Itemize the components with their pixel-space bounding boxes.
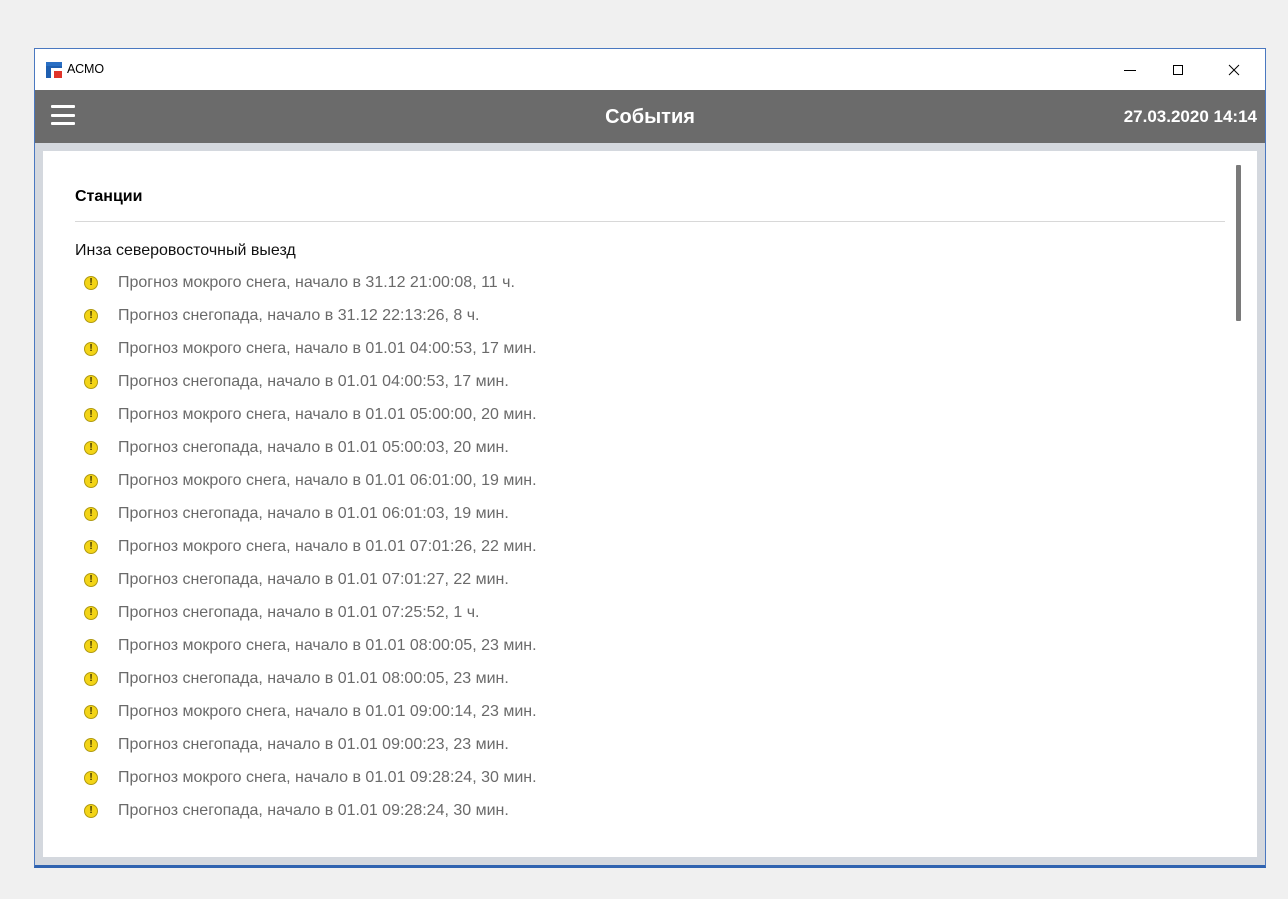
event-item[interactable]: ! Прогноз снегопада, начало в 01.01 06:01… xyxy=(75,502,537,535)
warning-icon: ! xyxy=(84,770,98,785)
warning-icon: ! xyxy=(84,704,98,719)
event-item[interactable]: ! Прогноз мокрого снега, начало в 01.01 0… xyxy=(75,403,537,436)
warning-icon: ! xyxy=(84,572,98,587)
window-title: АСМО xyxy=(67,62,105,76)
event-item[interactable]: ! Прогноз снегопада, начало в 01.01 04:00… xyxy=(75,370,537,403)
event-text: Прогноз снегопада, начало в 01.01 05:00:… xyxy=(118,438,509,456)
warning-icon: ! xyxy=(84,605,98,620)
maximize-button[interactable] xyxy=(1155,49,1201,90)
event-text: Прогноз мокрого снега, начало в 01.01 08… xyxy=(118,636,537,654)
event-text: Прогноз снегопада, начало в 01.01 07:01:… xyxy=(118,570,509,588)
window-titlebar[interactable]: АСМО xyxy=(35,49,1265,90)
warning-icon: ! xyxy=(84,275,98,290)
event-text: Прогноз мокрого снега, начало в 01.01 05… xyxy=(118,405,537,423)
events-list: ! Прогноз мокрого снега, начало в 31.12 2… xyxy=(75,271,537,832)
event-text: Прогноз мокрого снега, начало в 31.12 21… xyxy=(118,273,515,291)
event-item[interactable]: ! Прогноз мокрого снега, начало в 01.01 0… xyxy=(75,700,537,733)
minimize-button[interactable] xyxy=(1107,49,1153,90)
event-item[interactable]: ! Прогноз снегопада, начало в 01.01 09:28… xyxy=(75,799,537,832)
events-panel[interactable]: Станции Инза северовосточный выезд ! Прог… xyxy=(43,151,1257,857)
station-name: Инза северовосточный выезд xyxy=(75,242,296,259)
warning-icon: ! xyxy=(84,374,98,389)
warning-icon: ! xyxy=(84,737,98,752)
warning-icon: ! xyxy=(84,638,98,653)
event-item[interactable]: ! Прогноз мокрого снега, начало в 01.01 0… xyxy=(75,535,537,568)
warning-icon: ! xyxy=(84,539,98,554)
section-title: Станции xyxy=(75,188,143,205)
event-item[interactable]: ! Прогноз мокрого снега, начало в 01.01 0… xyxy=(75,337,537,370)
maximize-icon xyxy=(1173,64,1183,75)
event-item[interactable]: ! Прогноз снегопада, начало в 01.01 08:00… xyxy=(75,667,537,700)
event-item[interactable]: ! Прогноз снегопада, начало в 01.01 07:25… xyxy=(75,601,537,634)
event-item[interactable]: ! Прогноз снегопада, начало в 01.01 07:01… xyxy=(75,568,537,601)
warning-icon: ! xyxy=(84,803,98,818)
app-window: АСМО События 27.03.2020 14:14 Станции Ин… xyxy=(34,48,1266,868)
warning-icon: ! xyxy=(84,341,98,356)
section-divider xyxy=(75,221,1225,222)
close-button[interactable] xyxy=(1211,49,1257,90)
event-text: Прогноз мокрого снега, начало в 01.01 04… xyxy=(118,339,537,357)
event-item[interactable]: ! Прогноз мокрого снега, начало в 01.01 0… xyxy=(75,766,537,799)
warning-icon: ! xyxy=(84,407,98,422)
app-logo-icon xyxy=(46,62,62,78)
minimize-icon xyxy=(1124,69,1136,71)
event-text: Прогноз снегопада, начало в 01.01 09:28:… xyxy=(118,801,509,819)
event-item[interactable]: ! Прогноз мокрого снега, начало в 31.12 2… xyxy=(75,271,537,304)
event-text: Прогноз мокрого снега, начало в 01.01 09… xyxy=(118,702,537,720)
warning-icon: ! xyxy=(84,671,98,686)
event-item[interactable]: ! Прогноз снегопада, начало в 01.01 05:00… xyxy=(75,436,537,469)
event-text: Прогноз мокрого снега, начало в 01.01 09… xyxy=(118,768,537,786)
event-text: Прогноз мокрого снега, начало в 01.01 07… xyxy=(118,537,537,555)
event-text: Прогноз снегопада, начало в 01.01 04:00:… xyxy=(118,372,509,390)
event-item[interactable]: ! Прогноз мокрого снега, начало в 01.01 0… xyxy=(75,469,537,502)
warning-icon: ! xyxy=(84,473,98,488)
event-text: Прогноз снегопада, начало в 01.01 09:00:… xyxy=(118,735,509,753)
warning-icon: ! xyxy=(84,308,98,323)
event-text: Прогноз снегопада, начало в 01.01 07:25:… xyxy=(118,603,480,621)
event-text: Прогноз снегопада, начало в 31.12 22:13:… xyxy=(118,306,480,324)
warning-icon: ! xyxy=(84,506,98,521)
content-frame: Станции Инза северовосточный выезд ! Прог… xyxy=(35,143,1265,865)
event-item[interactable]: ! Прогноз мокрого снега, начало в 01.01 0… xyxy=(75,634,537,667)
event-text: Прогноз снегопада, начало в 01.01 08:00:… xyxy=(118,669,509,687)
vertical-scrollbar[interactable] xyxy=(1236,165,1241,321)
page-title: События xyxy=(605,106,695,128)
event-item[interactable]: ! Прогноз снегопада, начало в 31.12 22:13… xyxy=(75,304,537,337)
event-text: Прогноз мокрого снега, начало в 01.01 06… xyxy=(118,471,537,489)
current-datetime: 27.03.2020 14:14 xyxy=(1123,107,1257,126)
warning-icon: ! xyxy=(84,440,98,455)
event-text: Прогноз снегопада, начало в 01.01 06:01:… xyxy=(118,504,509,522)
event-item[interactable]: ! Прогноз снегопада, начало в 01.01 09:00… xyxy=(75,733,537,766)
app-header-bar: События 27.03.2020 14:14 xyxy=(35,90,1265,143)
close-icon xyxy=(1228,64,1240,75)
